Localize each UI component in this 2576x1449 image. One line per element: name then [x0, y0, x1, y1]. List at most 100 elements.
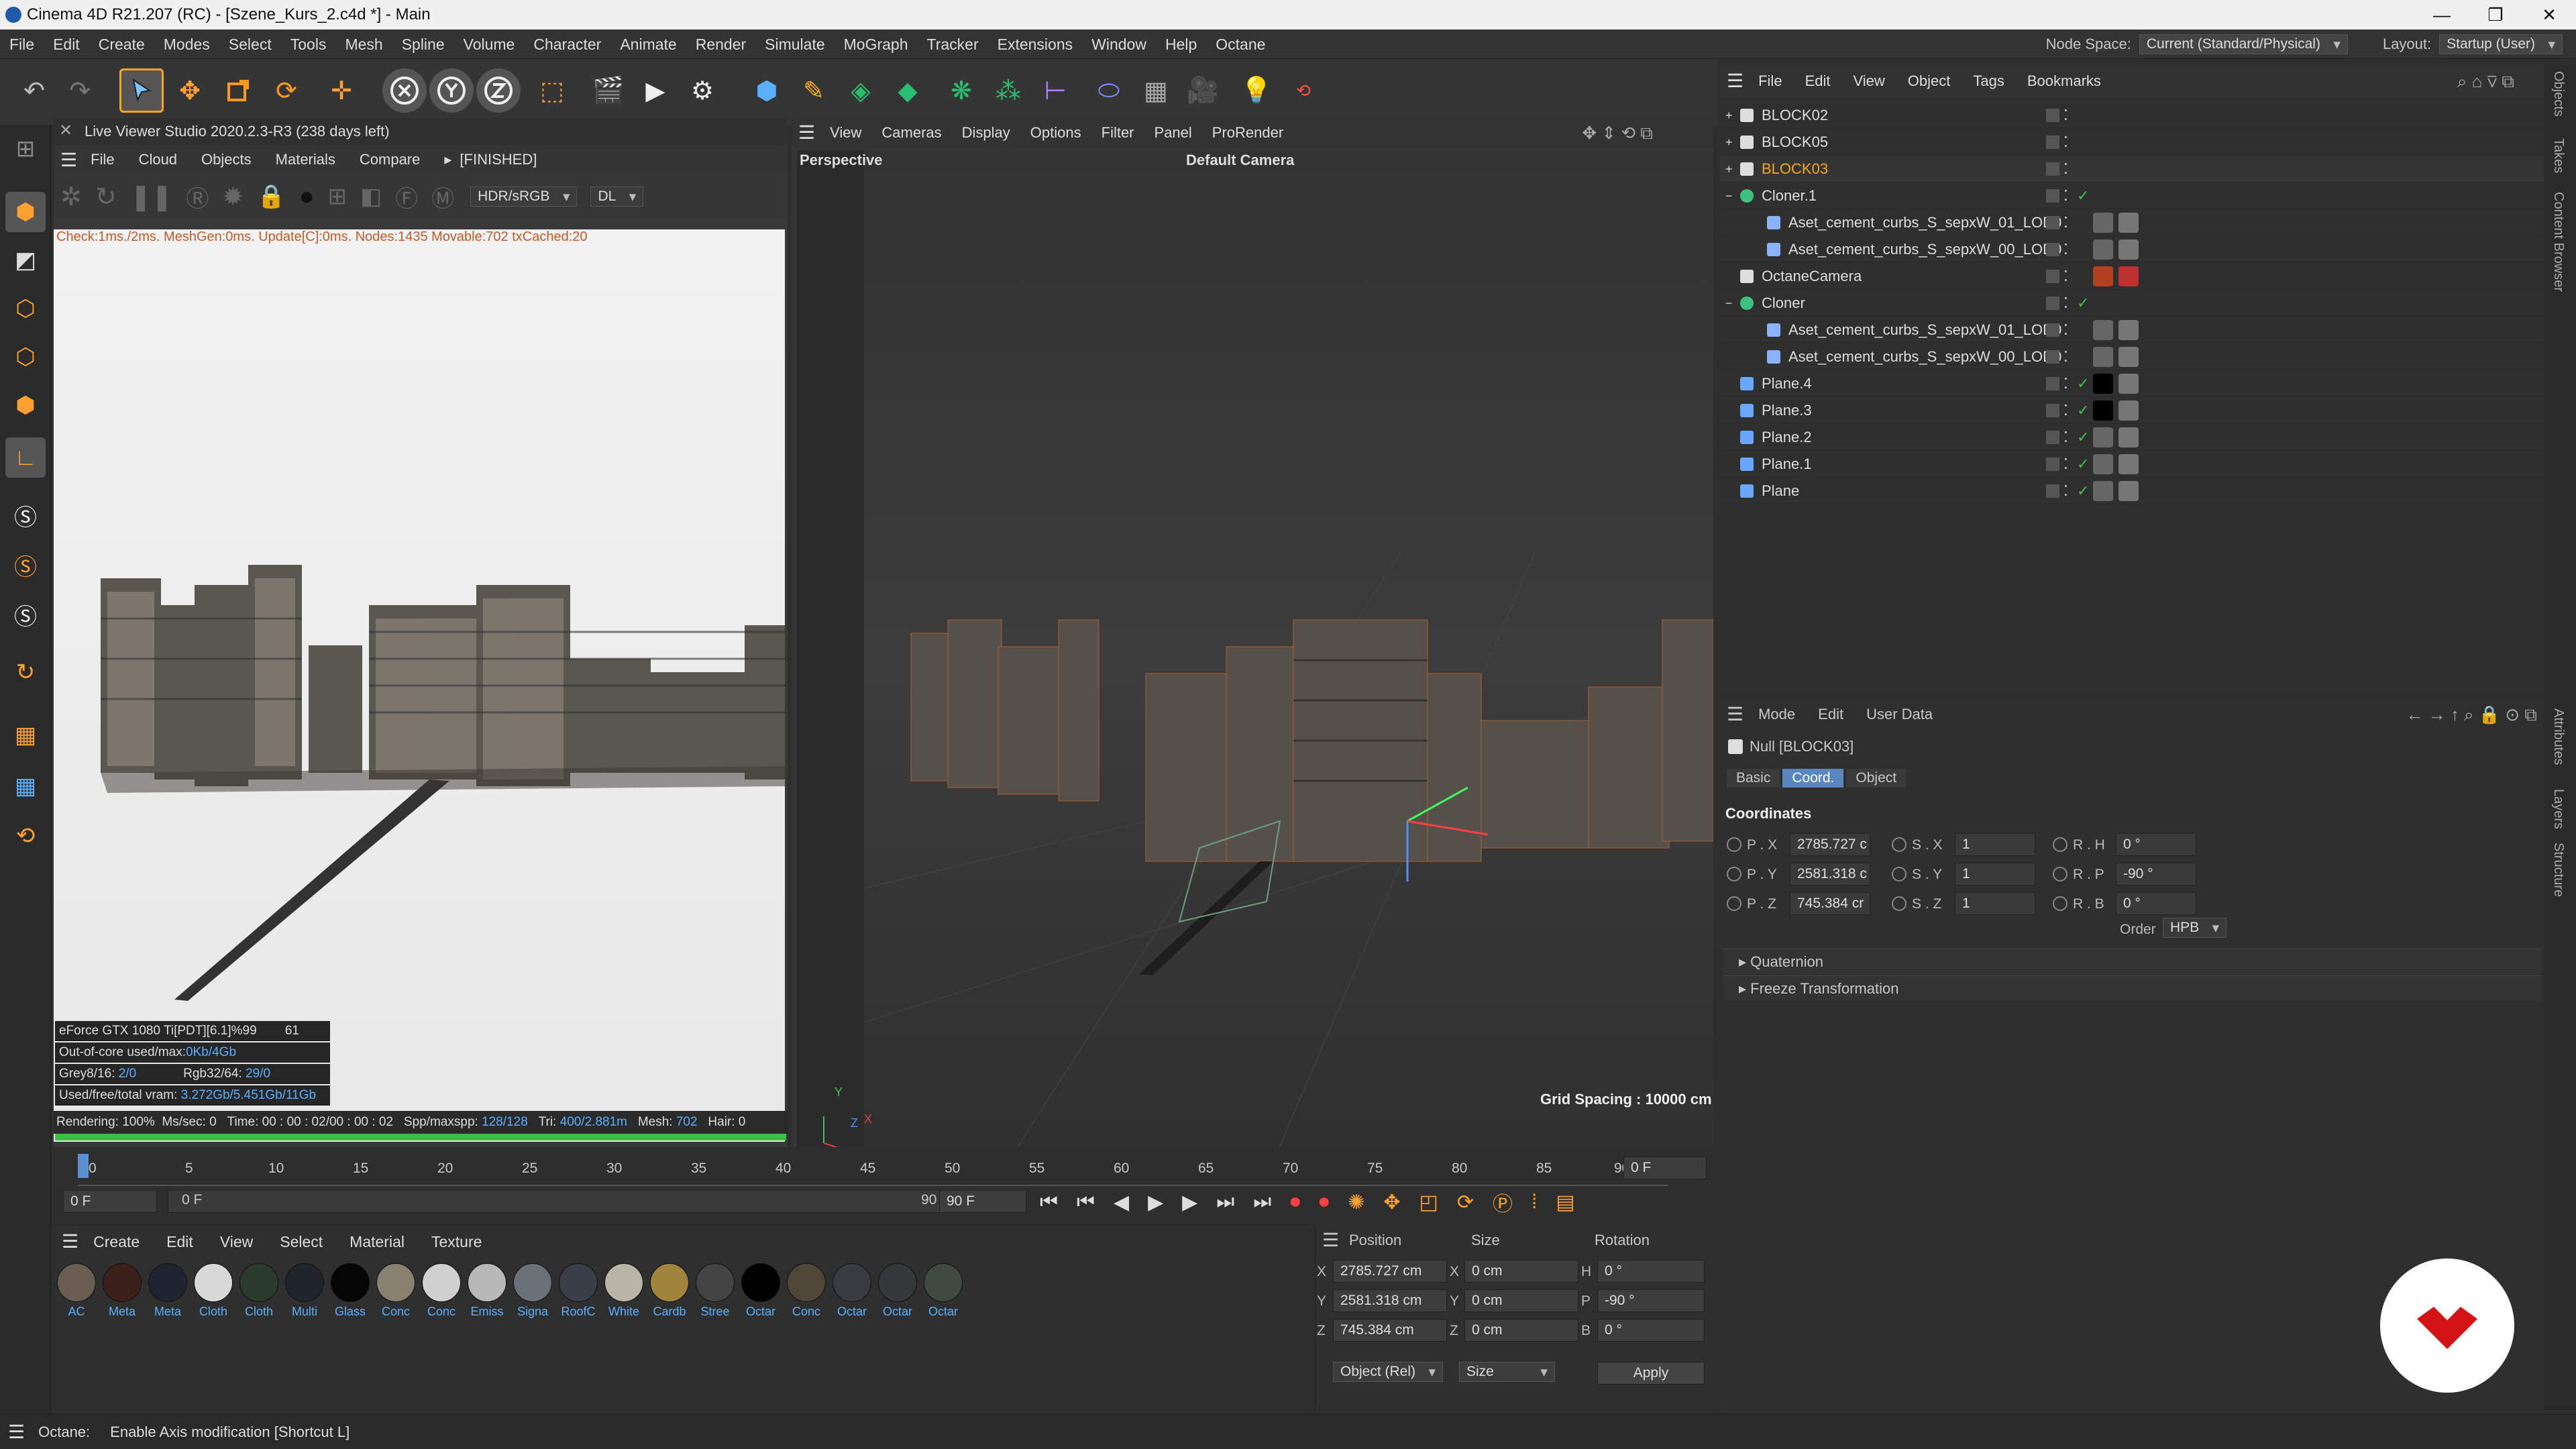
object-name[interactable]: Aset_cement_curbs_S_sepxW_00_LOD0 — [1788, 343, 2061, 370]
animate-radio-icon[interactable] — [2053, 837, 2068, 852]
texture-tag-icon[interactable] — [2118, 400, 2139, 421]
material-swatch[interactable]: Multi — [284, 1263, 325, 1319]
freeze-transformation-section[interactable]: ▸ Freeze Transformation — [1723, 975, 2541, 1001]
object-row[interactable]: Aset_cement_curbs_S_sepxW_01_LOD0 ⁚ — [1720, 317, 2544, 343]
menu-octane[interactable]: Octane — [1206, 30, 1275, 59]
object-row[interactable]: Plane.4 ⁚ ✓ — [1720, 370, 2544, 397]
texture-tag-icon[interactable] — [2118, 266, 2139, 286]
current-frame-field[interactable]: 0 F — [1623, 1157, 1707, 1179]
coord-pos-x[interactable]: 2785.727 cm — [1333, 1260, 1447, 1283]
attribute-hamburger-icon[interactable]: ☰ — [1727, 698, 1743, 731]
coord-size-y[interactable]: 0 cm — [1464, 1289, 1578, 1312]
edges-mode-icon[interactable]: ⬡ — [5, 337, 46, 377]
snap-icon[interactable]: Ⓢ — [5, 495, 46, 535]
editor-render-dots-icon[interactable]: ⁚ — [2063, 343, 2068, 370]
vp-menu-panel[interactable]: Panel — [1155, 118, 1192, 148]
material-swatch[interactable]: Conc — [376, 1263, 416, 1319]
obj-menu-tags[interactable]: Tags — [1973, 64, 2004, 98]
object-row[interactable]: + BLOCK02 ⁚ — [1720, 102, 2544, 129]
mat-menu-select[interactable]: Select — [280, 1226, 323, 1258]
obj-menu-object[interactable]: Object — [1908, 64, 1951, 98]
layer-visibility-icon[interactable] — [2046, 189, 2059, 203]
mat-menu-material[interactable]: Material — [350, 1226, 405, 1258]
material-tag-icon[interactable] — [2093, 266, 2113, 286]
key-scale-icon[interactable]: ◰ — [1419, 1191, 1438, 1214]
record-keys-icon[interactable]: ⏺ — [1290, 1191, 1300, 1214]
z-axis-lock-icon[interactable] — [476, 68, 521, 113]
pen-spline-icon[interactable]: ✎ — [792, 68, 836, 113]
key-parameter-icon[interactable]: Ⓟ — [1493, 1187, 1513, 1217]
object-row[interactable]: + BLOCK05 ⁚ — [1720, 129, 2544, 156]
coord-size-x[interactable]: 0 cm — [1464, 1260, 1578, 1283]
maximize-button[interactable]: ❐ — [2469, 1, 2522, 28]
menu-volume[interactable]: Volume — [454, 30, 525, 59]
viewport-3d-scene[interactable]: Perspective Default Camera Y X Z Grid Sp… — [797, 150, 1714, 1177]
coordinate-system-icon[interactable]: ✛ — [319, 68, 364, 113]
move-tool-icon[interactable]: ✥ — [168, 68, 212, 113]
make-editable-icon[interactable]: ⊞ — [5, 129, 46, 169]
tab-object[interactable]: Object — [1846, 769, 1907, 788]
preview-range-slider[interactable]: 0 F 90 F — [168, 1190, 966, 1213]
object-name[interactable]: Plane — [1762, 478, 1799, 504]
material-tag-icon[interactable] — [2093, 374, 2113, 394]
expand-toggle-icon[interactable]: + — [1725, 129, 1733, 156]
menu-tools[interactable]: Tools — [281, 30, 336, 59]
object-name[interactable]: Aset_cement_curbs_S_sepxW_00_LOD0 — [1788, 236, 2061, 263]
select-tool-icon[interactable] — [119, 68, 164, 113]
coord-pos-y[interactable]: 2581.318 cm — [1333, 1289, 1447, 1312]
object-row[interactable]: Plane.1 ⁚ ✓ — [1720, 451, 2544, 478]
menu-tracker[interactable]: Tracker — [918, 30, 988, 59]
attr-field-input[interactable]: 0 ° — [2116, 892, 2196, 915]
material-tag-icon[interactable] — [2093, 400, 2113, 421]
material-picker-icon[interactable]: Ⓜ — [431, 180, 454, 213]
editor-render-dots-icon[interactable]: ⁚ — [2063, 290, 2068, 317]
tab-content-browser[interactable]: Content Browser — [2551, 192, 2566, 292]
layer-visibility-icon[interactable] — [2046, 323, 2059, 337]
vp-menu-filter[interactable]: Filter — [1102, 118, 1134, 148]
material-tag-icon[interactable] — [2093, 454, 2113, 474]
editor-render-dots-icon[interactable]: ⁚ — [2063, 263, 2068, 290]
material-swatch[interactable]: AC — [56, 1263, 97, 1319]
object-hamburger-icon[interactable]: ☰ — [1727, 64, 1743, 98]
coord-rot-p[interactable]: -90 ° — [1597, 1289, 1705, 1312]
enabled-check-icon[interactable]: ✓ — [2077, 290, 2089, 317]
material-hamburger-icon[interactable]: ☰ — [62, 1226, 78, 1258]
material-tag-icon[interactable] — [2093, 427, 2113, 447]
material-tag-icon[interactable] — [2093, 213, 2113, 233]
y-axis-lock-icon[interactable] — [429, 68, 474, 113]
attr-menu-mode[interactable]: Mode — [1758, 698, 1795, 731]
material-swatch[interactable]: Cloth — [193, 1263, 233, 1319]
material-swatch[interactable]: Emiss — [467, 1263, 507, 1319]
enabled-check-icon[interactable]: ✓ — [2077, 478, 2089, 504]
region-render-icon[interactable]: Ⓡ — [186, 180, 209, 213]
sky-grid-icon[interactable]: ▦ — [1134, 68, 1178, 113]
menu-mograph[interactable]: MoGraph — [835, 30, 918, 59]
mograph-effector-icon[interactable]: ⁂ — [986, 68, 1030, 113]
menu-help[interactable]: Help — [1156, 30, 1206, 59]
layer-visibility-icon[interactable] — [2046, 243, 2059, 256]
lv-menu-compare[interactable]: Compare — [360, 151, 420, 168]
object-name[interactable]: Cloner — [1762, 290, 1805, 317]
layer-visibility-icon[interactable] — [2046, 431, 2059, 444]
material-ball-icon[interactable]: ● — [299, 182, 315, 211]
layer-visibility-icon[interactable] — [2046, 270, 2059, 283]
menu-edit[interactable]: Edit — [44, 30, 89, 59]
object-name[interactable]: Plane.2 — [1762, 424, 1812, 451]
menu-spline[interactable]: Spline — [392, 30, 454, 59]
attr-menu-user-data[interactable]: User Data — [1866, 698, 1933, 731]
psr-reset-icon[interactable]: ⟲ — [1281, 68, 1326, 113]
lv-menu-materials[interactable]: Materials — [276, 151, 335, 168]
material-tag-icon[interactable] — [2093, 239, 2113, 260]
snap-workplane-icon[interactable]: Ⓢ — [5, 594, 46, 635]
locked-workplane-icon[interactable]: ▦ — [5, 766, 46, 806]
focus-picker-icon[interactable]: Ⓕ — [395, 180, 418, 213]
material-swatch[interactable]: Octar — [832, 1263, 872, 1319]
extrude-generator-icon[interactable]: ◆ — [885, 68, 930, 113]
tab-takes[interactable]: Takes — [2551, 138, 2566, 173]
material-swatch[interactable]: Stree — [695, 1263, 735, 1319]
texture-tag-icon[interactable] — [2118, 239, 2139, 260]
key-pla-icon[interactable]: ⁞ — [1532, 1191, 1537, 1214]
texture-tag-icon[interactable] — [2118, 213, 2139, 233]
vp-menu-prorender[interactable]: ProRender — [1212, 118, 1283, 148]
rotate-tool-icon[interactable]: ⟳ — [264, 68, 309, 113]
